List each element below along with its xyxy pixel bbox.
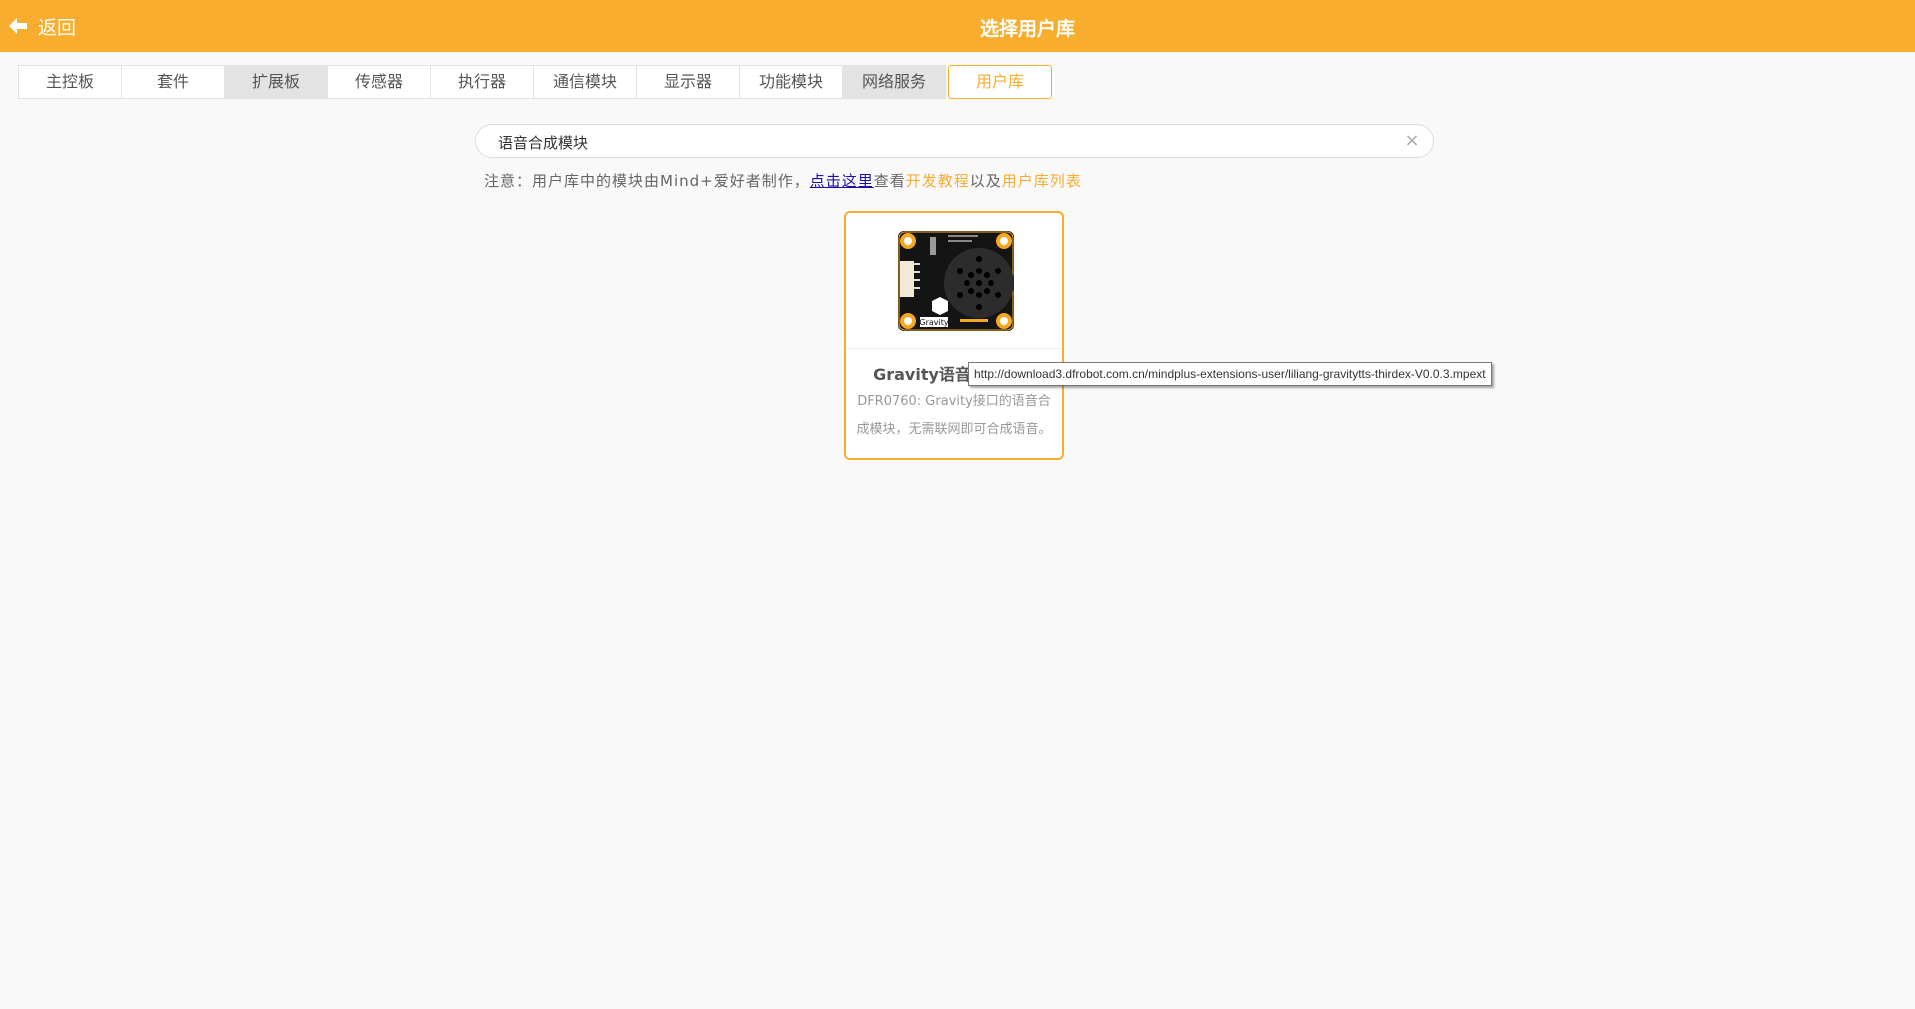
tab-function-modules[interactable]: 功能模块	[739, 65, 842, 99]
tab-expansion-board[interactable]: 扩展板	[224, 65, 327, 99]
notice-prefix: 注意：用户库中的模块由Mind+爱好者制作，	[484, 172, 810, 190]
tutorial-link[interactable]: 开发教程	[906, 172, 970, 190]
speech-synthesis-module-image: Gravity	[898, 231, 1014, 331]
category-tabs: 主控板 套件 扩展板 传感器 执行器 通信模块 显示器 功能模块 网络服务 用户…	[18, 65, 1052, 99]
tab-main-board[interactable]: 主控板	[18, 65, 121, 99]
tab-displays[interactable]: 显示器	[636, 65, 739, 99]
search-box: ×	[475, 124, 1434, 159]
tab-kits[interactable]: 套件	[121, 65, 224, 99]
notice-text: 注意：用户库中的模块由Mind+爱好者制作，点击这里查看开发教程以及用户库列表	[484, 170, 1082, 191]
header-bar: 返回 选择用户库	[0, 0, 1915, 52]
tab-communication[interactable]: 通信模块	[533, 65, 636, 99]
page-title: 选择用户库	[979, 18, 1075, 40]
tab-sensors[interactable]: 传感器	[327, 65, 430, 99]
close-icon[interactable]: ×	[1403, 132, 1421, 150]
user-library-list-link[interactable]: 用户库列表	[1002, 172, 1082, 190]
search-input[interactable]	[496, 125, 1380, 159]
click-here-link[interactable]: 点击这里	[810, 172, 874, 190]
board-label: Gravity	[919, 318, 948, 327]
tab-user-library[interactable]: 用户库	[948, 65, 1052, 99]
library-card[interactable]: Gravity Gravity语音合成模块 DFR0760: Gravity接口…	[844, 211, 1064, 460]
card-divider	[846, 348, 1062, 349]
tab-actuators[interactable]: 执行器	[430, 65, 533, 99]
notice-and: 以及	[969, 172, 1002, 190]
notice-middle: 查看	[873, 172, 906, 190]
url-tooltip: http://download3.dfrobot.com.cn/mindplus…	[968, 362, 1492, 386]
tab-network-services[interactable]: 网络服务	[842, 65, 946, 99]
card-description: DFR0760: Gravity接口的语音合成模块，无需联网即可合成语音。	[856, 394, 1052, 437]
